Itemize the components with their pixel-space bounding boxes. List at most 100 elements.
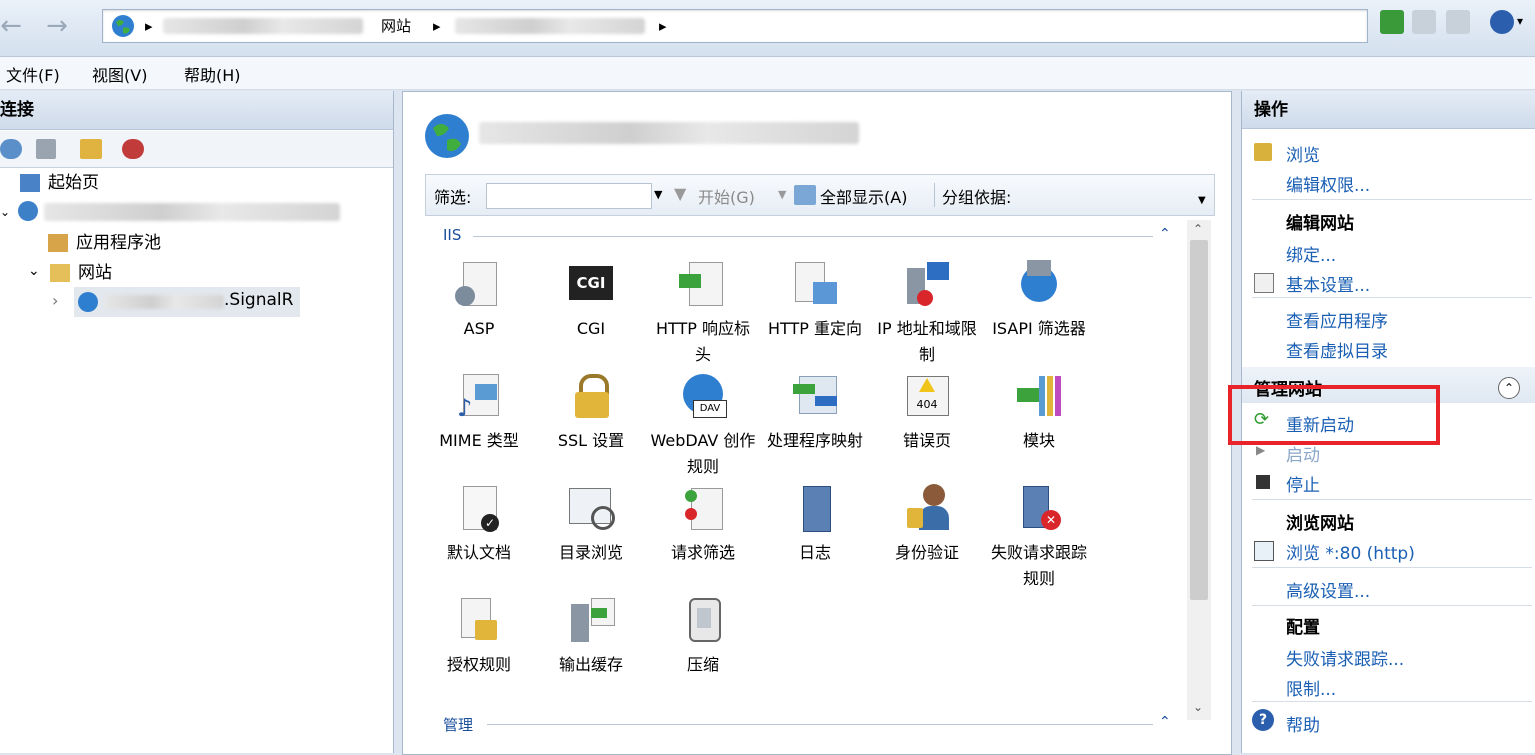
section-divider bbox=[473, 236, 1153, 237]
feature-output-caching[interactable]: 输出缓存 bbox=[537, 596, 645, 678]
action-stop[interactable]: 停止 bbox=[1286, 471, 1320, 496]
feature-error-pages[interactable]: 404 错误页 bbox=[873, 372, 981, 454]
feature-failed-request-tracing-rules[interactable]: ✕ 失败请求跟踪规则 bbox=[985, 484, 1093, 592]
action-advanced-settings[interactable]: 高级设置... bbox=[1286, 577, 1370, 602]
tree-start-page[interactable]: 起始页 bbox=[20, 169, 99, 197]
stop-icon[interactable] bbox=[1412, 10, 1436, 34]
feature-asp[interactable]: ASP bbox=[425, 260, 533, 342]
menu-help[interactable]: 帮助(H) bbox=[184, 62, 241, 86]
globe-icon bbox=[112, 15, 134, 37]
scroll-up-arrow[interactable]: ⌃ bbox=[1193, 222, 1203, 236]
show-all-icon bbox=[794, 185, 816, 205]
menu-view[interactable]: 视图(V) bbox=[92, 62, 147, 86]
tree-app-pools[interactable]: 应用程序池 bbox=[48, 229, 161, 257]
chevron-down-icon[interactable]: ▾ bbox=[1517, 14, 1523, 28]
forward-button[interactable]: → bbox=[40, 12, 74, 42]
action-limits[interactable]: 限制... bbox=[1286, 675, 1336, 700]
collapse-section-button[interactable]: ⌃ bbox=[1159, 714, 1171, 730]
chevron-right-icon[interactable]: › bbox=[52, 291, 58, 310]
redacted-crumb bbox=[163, 18, 363, 34]
tree-sites[interactable]: 网站 bbox=[50, 259, 112, 287]
feature-authentication[interactable]: 身份验证 bbox=[873, 484, 981, 566]
save-icon[interactable] bbox=[36, 139, 56, 159]
crumb-separator: ▸ bbox=[433, 17, 441, 35]
separator bbox=[1252, 605, 1532, 606]
action-browse-80[interactable]: 浏览 *:80 (http) bbox=[1286, 539, 1415, 564]
logging-icon bbox=[791, 484, 839, 532]
address-bar-region: ← → ▸ 网站 ▸ ▸ ▾ bbox=[0, 0, 1535, 57]
stop-icon bbox=[1256, 475, 1270, 489]
feature-request-filtering[interactable]: 请求筛选 bbox=[649, 484, 757, 566]
action-view-applications[interactable]: 查看应用程序 bbox=[1286, 307, 1388, 332]
feature-default-document[interactable]: ✓ 默认文档 bbox=[425, 484, 533, 566]
feature-view-panel: 筛选: ▼ ▼ 开始(G) ▼ 全部显示(A) 分组依据: ▼ IIS ⌃ AS… bbox=[402, 91, 1232, 755]
collapse-section-button[interactable]: ⌃ bbox=[1159, 226, 1171, 242]
action-edit-permissions[interactable]: 编辑权限... bbox=[1286, 171, 1370, 196]
crumb-sites[interactable]: 网站 bbox=[381, 15, 411, 37]
chevron-down-icon[interactable]: ⌄ bbox=[0, 205, 10, 219]
chevron-down-icon[interactable]: ▼ bbox=[1198, 195, 1206, 206]
menu-file[interactable]: 文件(F) bbox=[6, 62, 60, 86]
feature-compression[interactable]: 压缩 bbox=[649, 596, 757, 678]
action-help[interactable]: 帮助 bbox=[1286, 711, 1320, 736]
action-failed-request-tracing[interactable]: 失败请求跟踪... bbox=[1286, 645, 1404, 670]
feature-ssl-settings[interactable]: SSL 设置 bbox=[537, 372, 645, 454]
vertical-scrollbar[interactable]: ⌃ ⌄ bbox=[1187, 220, 1211, 720]
back-button[interactable]: ← bbox=[0, 12, 28, 42]
feature-ip-domain-restrictions[interactable]: IP 地址和域限制 bbox=[873, 260, 981, 368]
section-iis-label: IIS bbox=[443, 226, 462, 244]
feature-mime-types[interactable]: ♪ MIME 类型 bbox=[425, 372, 533, 454]
action-view-virtual-directories[interactable]: 查看虚拟目录 bbox=[1286, 337, 1388, 362]
feature-handler-mappings[interactable]: 处理程序映射 bbox=[761, 372, 869, 454]
handler-mappings-icon bbox=[791, 372, 839, 420]
chevron-down-icon[interactable]: ⌄ bbox=[28, 263, 40, 279]
home-icon[interactable] bbox=[1446, 10, 1470, 34]
request-filtering-icon bbox=[679, 484, 727, 532]
feature-http-redirect[interactable]: HTTP 重定向 bbox=[761, 260, 869, 342]
group-by-button[interactable]: 分组依据: bbox=[942, 184, 1011, 208]
disconnect-icon[interactable] bbox=[122, 139, 144, 159]
feature-http-response-headers[interactable]: HTTP 响应标头 bbox=[649, 260, 757, 368]
feature-logging[interactable]: 日志 bbox=[761, 484, 869, 566]
action-basic-settings[interactable]: 基本设置... bbox=[1286, 271, 1370, 296]
highlight-annotation-box bbox=[1228, 385, 1440, 445]
help-icon[interactable] bbox=[1490, 10, 1514, 34]
connect-icon[interactable] bbox=[0, 139, 22, 159]
up-folder-icon[interactable] bbox=[80, 139, 102, 159]
feature-modules[interactable]: 模块 bbox=[985, 372, 1093, 454]
tree-site-selected[interactable]: .SignalR bbox=[74, 287, 300, 317]
feature-authorization-rules[interactable]: 授权规则 bbox=[425, 596, 533, 678]
feature-directory-browsing[interactable]: 目录浏览 bbox=[537, 484, 645, 566]
help-icon: ? bbox=[1252, 709, 1274, 731]
chevron-down-icon[interactable]: ▼ bbox=[654, 188, 662, 201]
refresh-icon[interactable] bbox=[1380, 10, 1404, 34]
action-bindings[interactable]: 绑定... bbox=[1286, 241, 1336, 266]
divider bbox=[934, 183, 935, 207]
separator bbox=[1252, 567, 1532, 568]
feature-isapi-filters[interactable]: ISAPI 筛选器 bbox=[985, 260, 1093, 342]
asp-icon bbox=[455, 260, 503, 308]
address-input[interactable]: ▸ 网站 ▸ ▸ bbox=[102, 9, 1368, 43]
action-browse[interactable]: 浏览 bbox=[1286, 141, 1320, 166]
scrollbar-thumb[interactable] bbox=[1190, 240, 1208, 600]
redacted-site-name bbox=[104, 295, 224, 309]
section-divider bbox=[487, 724, 1153, 725]
start-page-icon bbox=[20, 174, 40, 192]
collapse-group-button[interactable]: ⌃ bbox=[1498, 377, 1520, 399]
feature-cgi[interactable]: CGI CGI bbox=[537, 260, 645, 342]
app-pool-icon bbox=[48, 234, 68, 252]
start-filter-button[interactable]: 开始(G) bbox=[698, 184, 755, 208]
http-headers-icon bbox=[679, 260, 727, 308]
feature-webdav-authoring-rules[interactable]: DAV WebDAV 创作规则 bbox=[649, 372, 757, 480]
http-redirect-icon bbox=[791, 260, 839, 308]
redacted-server-name bbox=[44, 203, 340, 221]
show-all-button[interactable]: 全部显示(A) bbox=[820, 184, 907, 208]
chevron-down-icon[interactable]: ▼ bbox=[778, 188, 786, 201]
scroll-down-arrow[interactable]: ⌄ bbox=[1193, 700, 1203, 714]
error-page-icon: 404 bbox=[903, 372, 951, 420]
modules-icon bbox=[1015, 372, 1063, 420]
authorization-rules-icon bbox=[455, 596, 503, 644]
site-name-suffix: .SignalR bbox=[224, 290, 294, 310]
filter-input[interactable] bbox=[486, 183, 652, 209]
server-icon bbox=[18, 201, 38, 221]
